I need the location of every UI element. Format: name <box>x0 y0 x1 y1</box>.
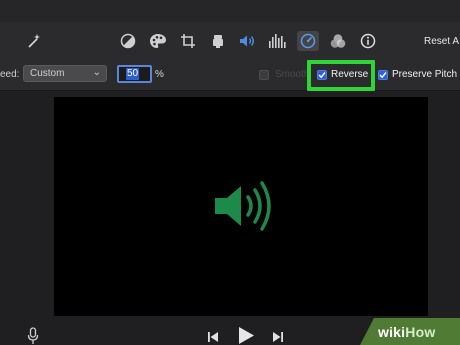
clip-filter-icon[interactable] <box>329 32 347 50</box>
speed-percent-input[interactable]: 50 <box>117 65 152 83</box>
watermark-text: wikiHow <box>378 324 435 340</box>
preserve-pitch-checkbox[interactable] <box>378 70 388 80</box>
skip-forward-icon[interactable] <box>271 330 285 344</box>
watermark-suffix: How <box>405 324 436 340</box>
smooth-checkbox[interactable] <box>259 70 269 80</box>
reset-all-button[interactable]: Reset A <box>424 36 459 47</box>
chevron-down-icon: ⌄ <box>92 67 101 78</box>
skip-back-icon[interactable] <box>206 330 220 344</box>
microphone-icon[interactable] <box>26 327 40 345</box>
speed-gauge-icon[interactable] <box>297 31 319 51</box>
stabilization-camera-icon[interactable] <box>209 32 227 50</box>
checkmark-icon <box>379 72 387 79</box>
adjustments-toolbar <box>0 22 460 60</box>
crop-icon[interactable] <box>179 32 197 50</box>
magic-wand-icon[interactable] <box>25 32 43 50</box>
smooth-label: Smooth <box>275 69 310 80</box>
wikihow-watermark: wikiHow <box>360 318 460 345</box>
watermark-prefix: wiki <box>378 324 406 340</box>
left-panel <box>0 91 54 345</box>
equalizer-icon[interactable] <box>268 32 286 50</box>
window-top-strip <box>0 0 460 22</box>
speed-label: eed: <box>0 69 20 80</box>
percent-sign: % <box>155 69 164 80</box>
right-panel <box>428 91 460 345</box>
speed-preset-value: Custom <box>30 68 65 79</box>
color-balance-icon[interactable] <box>119 32 137 50</box>
info-icon[interactable] <box>359 32 377 50</box>
speaker-sound-icon <box>213 178 277 239</box>
preserve-pitch-label: Preserve Pitch <box>392 69 458 80</box>
speed-percent-value: 50 <box>126 68 140 80</box>
volume-icon[interactable] <box>239 32 257 50</box>
speed-preset-select[interactable]: Custom ⌄ <box>23 65 107 82</box>
color-palette-icon[interactable] <box>149 32 167 50</box>
play-icon[interactable] <box>236 326 256 345</box>
reverse-highlight-box <box>307 60 375 91</box>
